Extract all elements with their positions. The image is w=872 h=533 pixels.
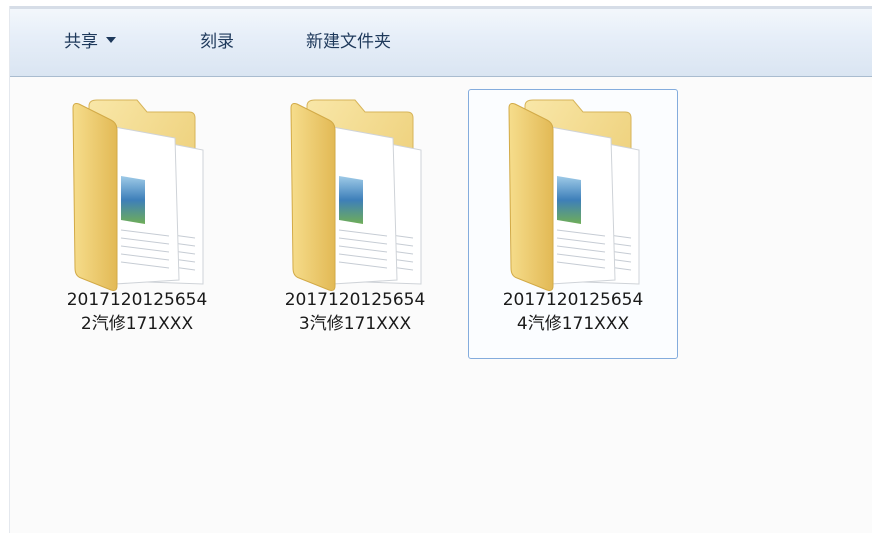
folder-icon	[508, 99, 640, 291]
folder-icon	[290, 99, 422, 291]
folder-name-line1: 2017120125654	[66, 290, 208, 310]
folder-name-line2: 3汽修171XXX	[298, 314, 412, 334]
share-button-label: 共享	[64, 32, 98, 52]
chevron-down-icon	[106, 37, 116, 43]
burn-button[interactable]: 刻录	[200, 30, 234, 54]
folder-name-line1: 2017120125654	[284, 290, 426, 310]
toolbar-top-edge	[10, 6, 872, 9]
folder-name-line1: 2017120125654	[502, 290, 644, 310]
folder-icon	[72, 99, 204, 291]
file-list: 2017120125654 2汽修171XXX 2017120125654 3汽…	[10, 77, 872, 533]
folder-item[interactable]: 2017120125654 2汽修171XXX	[32, 89, 242, 359]
folder-name-line2: 2汽修171XXX	[80, 314, 194, 334]
new-folder-button[interactable]: 新建文件夹	[306, 30, 391, 54]
explorer-window: 共享 刻录 新建文件夹 2017120125654 2汽修171XXX 2017…	[9, 6, 872, 533]
new-folder-button-label: 新建文件夹	[306, 32, 391, 52]
folder-item[interactable]: 2017120125654 3汽修171XXX	[250, 89, 460, 359]
share-button[interactable]: 共享	[64, 30, 116, 54]
burn-button-label: 刻录	[200, 32, 234, 52]
folder-item-selected[interactable]: 2017120125654 4汽修171XXX	[468, 89, 678, 359]
folder-name-line2: 4汽修171XXX	[516, 314, 630, 334]
folder-name: 2017120125654 4汽修171XXX	[469, 288, 677, 336]
folder-name: 2017120125654 2汽修171XXX	[33, 288, 241, 336]
command-bar: 共享 刻录 新建文件夹	[10, 6, 872, 77]
folder-name: 2017120125654 3汽修171XXX	[251, 288, 459, 336]
